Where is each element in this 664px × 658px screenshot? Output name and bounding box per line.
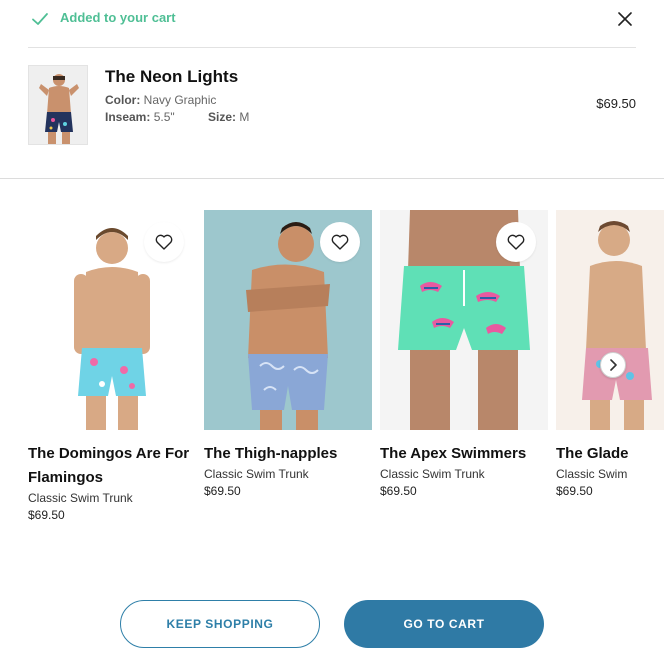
keep-shopping-button[interactable]: KEEP SHOPPING bbox=[120, 600, 320, 648]
heart-icon bbox=[507, 234, 525, 250]
card-price: $69.50 bbox=[380, 484, 417, 498]
recommendation-card[interactable]: The Apex Swimmers Classic Swim Trunk $69… bbox=[380, 210, 548, 500]
size-value: M bbox=[239, 110, 250, 124]
card-title[interactable]: The Apex Swimmers bbox=[380, 442, 548, 466]
product-thumbnail[interactable] bbox=[28, 65, 88, 145]
color-value: Navy Graphic bbox=[143, 93, 217, 107]
inseam-value: 5.5" bbox=[153, 110, 175, 124]
added-to-cart-banner: Added to your cart bbox=[28, 0, 636, 48]
favorite-button[interactable] bbox=[496, 222, 536, 262]
product-name: The Neon Lights bbox=[105, 67, 239, 86]
color-label: Color: bbox=[105, 93, 141, 107]
card-subtitle: Classic Swim Trunk bbox=[28, 491, 133, 505]
go-to-cart-button[interactable]: GO TO CART bbox=[344, 600, 544, 648]
product-inseam: Inseam: 5.5" bbox=[105, 110, 175, 124]
inseam-label: Inseam: bbox=[105, 110, 151, 124]
card-title[interactable]: The Domingos Are For Flamingos bbox=[28, 442, 196, 490]
size-label: Size: bbox=[208, 110, 237, 124]
product-image[interactable] bbox=[556, 210, 664, 430]
recommendations-carousel: The Domingos Are For Flamingos Classic S… bbox=[28, 210, 664, 530]
favorite-button[interactable] bbox=[320, 222, 360, 262]
check-icon bbox=[32, 13, 48, 25]
add-to-cart-panel: Added to your cart The Neon Lights Color… bbox=[0, 0, 664, 658]
recommendation-card[interactable]: The Domingos Are For Flamingos Classic S… bbox=[28, 210, 196, 524]
card-subtitle: Classic Swim bbox=[556, 467, 628, 481]
added-to-cart-message: Added to your cart bbox=[60, 10, 176, 25]
product-color: Color: Navy Graphic bbox=[105, 93, 216, 107]
heart-icon bbox=[331, 234, 349, 250]
chevron-right-icon bbox=[610, 359, 617, 371]
card-price: $69.50 bbox=[204, 484, 241, 498]
recommendation-card[interactable]: The Thigh-napples Classic Swim Trunk $69… bbox=[204, 210, 372, 500]
favorite-button[interactable] bbox=[144, 222, 184, 262]
product-price: $69.50 bbox=[596, 96, 636, 111]
card-subtitle: Classic Swim Trunk bbox=[204, 467, 309, 481]
product-image[interactable] bbox=[380, 210, 548, 430]
product-image[interactable] bbox=[204, 210, 372, 430]
product-image[interactable] bbox=[28, 210, 196, 430]
cart-item: The Neon Lights Color: Navy Graphic Inse… bbox=[0, 48, 664, 179]
card-title[interactable]: The Thigh-napples bbox=[204, 442, 372, 466]
close-icon[interactable] bbox=[618, 12, 632, 26]
card-price: $69.50 bbox=[28, 508, 65, 522]
card-title[interactable]: The Glade bbox=[556, 442, 664, 466]
card-subtitle: Classic Swim Trunk bbox=[380, 467, 485, 481]
card-price: $69.50 bbox=[556, 484, 593, 498]
carousel-next-button[interactable] bbox=[600, 352, 626, 378]
heart-icon bbox=[155, 234, 173, 250]
product-size: Size: M bbox=[208, 110, 249, 124]
